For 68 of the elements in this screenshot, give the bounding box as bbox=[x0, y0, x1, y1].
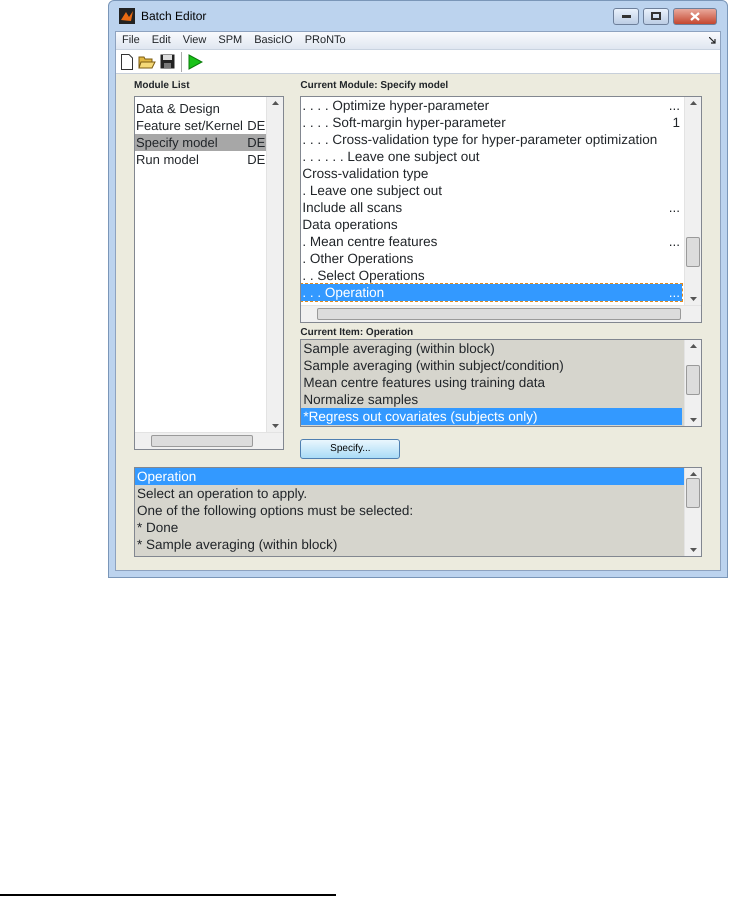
horizontal-scrollbar[interactable] bbox=[135, 432, 284, 449]
scroll-up-icon[interactable] bbox=[690, 472, 697, 476]
minimize-button[interactable] bbox=[613, 8, 639, 24]
panel-label: Current Item: Operation bbox=[300, 327, 414, 339]
open-folder-icon[interactable] bbox=[138, 54, 156, 69]
tree-row[interactable]: . . . . . . Leave one subject out bbox=[301, 148, 682, 165]
option-row[interactable]: Sample averaging (within block) bbox=[301, 340, 682, 357]
run-icon[interactable] bbox=[188, 54, 203, 70]
maximize-button[interactable] bbox=[643, 8, 669, 24]
tree-row[interactable]: Data operations bbox=[301, 216, 682, 233]
app-logo-icon bbox=[119, 8, 135, 24]
help-line: Select an operation to apply. bbox=[136, 485, 308, 502]
option-row[interactable]: Sample averaging (within subject/condition) bbox=[301, 357, 682, 374]
menu-item[interactable]: Edit bbox=[148, 32, 179, 49]
horizontal-scrollbar[interactable] bbox=[301, 305, 701, 322]
menu-item[interactable]: View bbox=[178, 32, 214, 49]
close-icon bbox=[690, 12, 700, 20]
module-item[interactable]: Specify model DE bbox=[135, 134, 266, 151]
panel-label: Module List bbox=[134, 80, 191, 92]
menu-item[interactable]: File bbox=[118, 32, 148, 49]
specify-button[interactable]: Specify... bbox=[300, 438, 400, 458]
help-line: * Done bbox=[136, 519, 180, 536]
vertical-scrollbar[interactable] bbox=[684, 468, 701, 556]
dock-icon[interactable] bbox=[709, 37, 716, 44]
menu-item[interactable]: PRoNTo bbox=[300, 32, 354, 49]
option-row[interactable]: Mean centre features using training data bbox=[301, 374, 682, 391]
module-item[interactable]: Run model DE bbox=[135, 151, 266, 168]
tree-row[interactable]: . Mean centre features ... bbox=[301, 233, 682, 250]
new-file-icon[interactable] bbox=[120, 54, 134, 70]
panel-label: Current Module: Specify model bbox=[300, 80, 450, 92]
minimize-icon bbox=[622, 14, 630, 18]
vertical-scrollbar[interactable] bbox=[684, 340, 701, 426]
tree-row[interactable]: . Other Operations bbox=[301, 250, 682, 267]
vertical-scrollbar[interactable] bbox=[266, 97, 284, 432]
scroll-up-icon[interactable] bbox=[690, 344, 697, 348]
close-button[interactable] bbox=[673, 8, 717, 24]
scroll-up-icon[interactable] bbox=[690, 101, 697, 105]
scrollbar-thumb[interactable] bbox=[317, 308, 681, 320]
menu-item[interactable]: BasicIO bbox=[250, 32, 301, 49]
module-list[interactable]: Data & Design Feature set/Kernel DE Specify model DE Run model DE bbox=[134, 96, 284, 450]
module-item[interactable]: Data & Design bbox=[135, 100, 266, 117]
scrollbar-thumb[interactable] bbox=[686, 478, 700, 508]
window-title: Batch Editor bbox=[141, 8, 206, 25]
scroll-down-icon[interactable] bbox=[690, 418, 697, 422]
tree-row[interactable]: Include all scans ... bbox=[301, 199, 682, 216]
tree-row[interactable]: . . . . Cross-validation type for hyper-parameter optimization bbox=[301, 131, 682, 148]
option-row[interactable]: Normalize samples bbox=[301, 391, 682, 408]
maximize-icon bbox=[651, 12, 661, 20]
scroll-down-icon[interactable] bbox=[272, 424, 280, 428]
help-line: * Sample averaging (within block) bbox=[136, 536, 338, 553]
menu-item[interactable]: SPM bbox=[214, 32, 250, 49]
save-icon[interactable] bbox=[160, 54, 175, 69]
tree-row[interactable]: . Leave one subject out bbox=[301, 182, 682, 199]
scrollbar-thumb[interactable] bbox=[686, 237, 700, 267]
scroll-up-icon[interactable] bbox=[272, 101, 280, 105]
vertical-scrollbar[interactable] bbox=[684, 97, 701, 305]
tree-row[interactable]: Cross-validation type bbox=[301, 165, 682, 182]
tree-row[interactable]: . . Select Operations bbox=[301, 267, 682, 284]
scrollbar-thumb[interactable] bbox=[151, 435, 254, 447]
tree-row[interactable]: . . . . Soft-margin hyper-parameter 1 bbox=[301, 114, 682, 131]
help-line: One of the following options must be selected: bbox=[136, 502, 414, 519]
option-list[interactable]: Sample averaging (within block) Sample averaging (within subject/condition) Mean centre features using training data Normalize samples *Regress out covariates (subjects only) bbox=[300, 339, 702, 427]
scroll-down-icon[interactable] bbox=[690, 548, 697, 552]
scroll-down-icon[interactable] bbox=[690, 297, 697, 301]
module-item[interactable]: Feature set/Kernel DE bbox=[135, 117, 266, 134]
module-tree[interactable] bbox=[300, 96, 702, 323]
scrollbar-thumb[interactable] bbox=[686, 365, 700, 395]
tree-row[interactable]: . . . . Optimize hyper-parameter ... bbox=[301, 97, 682, 114]
